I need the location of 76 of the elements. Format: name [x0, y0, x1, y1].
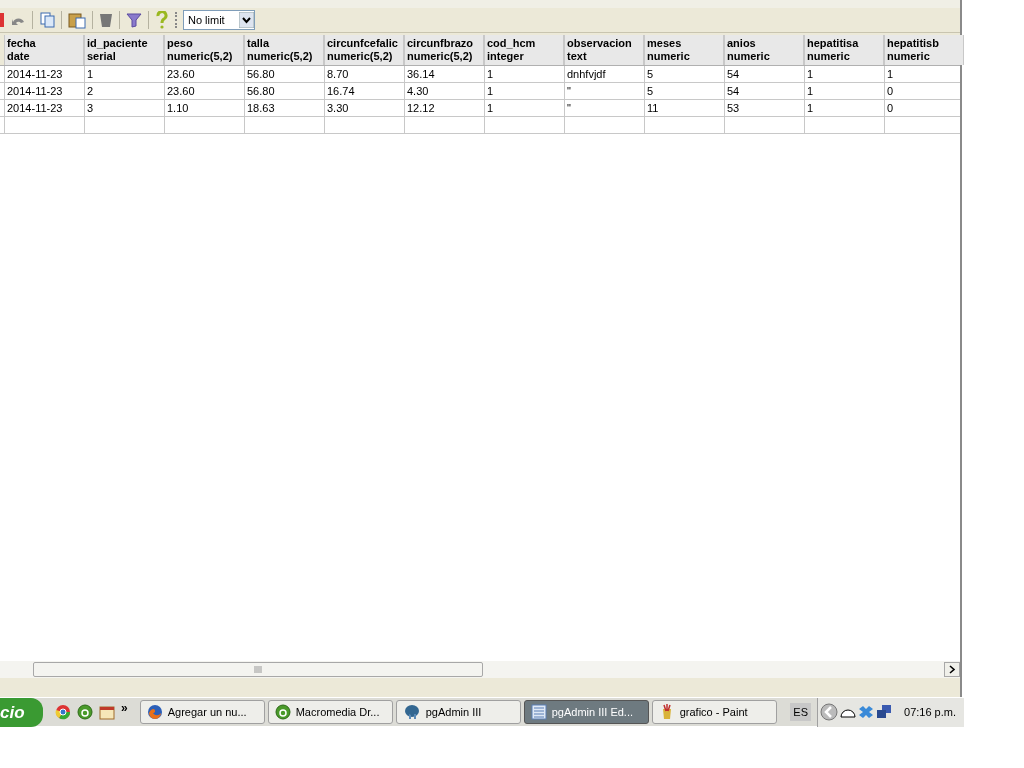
column-header[interactable]: meses numeric	[644, 35, 724, 65]
table-cell: 4.30	[404, 83, 484, 99]
table-cell: 1.10	[164, 100, 244, 116]
circle-logo-icon	[274, 704, 291, 720]
browser-icon[interactable]	[55, 704, 71, 720]
start-button[interactable]: cio	[0, 697, 43, 727]
table-cell: 2014-11-23	[4, 66, 84, 82]
circle-logo-icon	[77, 704, 93, 720]
table-cell: 1	[804, 66, 884, 82]
scroll-right-icon[interactable]	[944, 662, 960, 677]
table-cell: 56.80	[244, 83, 324, 99]
table-cell: 16.74	[324, 83, 404, 99]
column-header[interactable]: cod_hcm integer	[484, 35, 564, 65]
column-header[interactable]: id_paciente serial	[84, 35, 164, 65]
table-cell: 36.14	[404, 66, 484, 82]
taskbar-button[interactable]: Macromedia Dr...	[267, 700, 393, 724]
gauge-icon[interactable]	[840, 706, 856, 718]
column-header[interactable]: talla numeric(5,2)	[244, 35, 324, 65]
table-cell: 5	[644, 66, 724, 82]
table-cell: 1	[84, 66, 164, 82]
globe-icon	[146, 704, 163, 720]
table-cell: 2	[84, 83, 164, 99]
chevron-left-icon[interactable]	[820, 703, 838, 721]
taskbar-button[interactable]: Agregar un nu...	[139, 700, 265, 724]
bucket-icon[interactable]	[99, 12, 113, 28]
scrollbar-thumb[interactable]	[33, 662, 483, 677]
table-cell: 3	[84, 100, 164, 116]
table-cell: 5	[644, 83, 724, 99]
column-header[interactable]: hepatitisb numeric	[884, 35, 964, 65]
clock[interactable]: 07:16 p.m.	[904, 703, 956, 721]
table-cell: 3.30	[324, 100, 404, 116]
taskbar-button[interactable]: pgAdmin III Ed...	[523, 700, 649, 724]
dropdown-arrow-icon[interactable]	[239, 12, 254, 28]
paste-icon[interactable]	[68, 11, 86, 29]
table-cell: dnhfvjdf	[564, 66, 644, 82]
column-header[interactable]: circunfbrazo numeric(5,2)	[404, 35, 484, 65]
elephant-icon	[402, 704, 421, 720]
table-cell: 8.70	[324, 66, 404, 82]
grip-icon	[254, 666, 262, 673]
table-cell: 1	[804, 83, 884, 99]
table-cell: 1	[804, 100, 884, 116]
table-cell: 1	[884, 66, 964, 82]
table-cell: 54	[724, 66, 804, 82]
language-indicator[interactable]: ES	[790, 703, 811, 721]
table-cell: 0	[884, 100, 964, 116]
table-cell: 53	[724, 100, 804, 116]
table-cell: 11	[644, 100, 724, 116]
column-header[interactable]: peso numeric(5,2)	[164, 35, 244, 65]
table-cell: 56.80	[244, 66, 324, 82]
calendar-icon[interactable]	[99, 704, 115, 720]
copy-icon[interactable]	[39, 12, 55, 28]
column-header[interactable]: fecha date	[4, 35, 84, 65]
table-cell: 1	[484, 66, 564, 82]
table-cell: "	[564, 100, 644, 116]
network-icon[interactable]	[876, 704, 892, 720]
table-cell: 1	[484, 83, 564, 99]
taskbar-button[interactable]: pgAdmin III	[395, 700, 521, 724]
filter-icon[interactable]	[126, 12, 142, 28]
table-cell: 23.60	[164, 66, 244, 82]
table-cell: 0	[884, 83, 964, 99]
table-cell: 2014-11-23	[4, 100, 84, 116]
table-cell: 18.63	[244, 100, 324, 116]
column-header[interactable]: observacion text	[564, 35, 644, 65]
column-header[interactable]: anios numeric	[724, 35, 804, 65]
table-cell: 54	[724, 83, 804, 99]
table-cell: 2014-11-23	[4, 83, 84, 99]
more-chevron[interactable]: »	[121, 699, 128, 717]
document-icon	[530, 704, 547, 720]
limit-dropdown[interactable]: No limit	[183, 10, 255, 30]
taskbar-button[interactable]: grafico - Paint	[651, 700, 777, 724]
table-cell: "	[564, 83, 644, 99]
table-cell: 12.12	[404, 100, 484, 116]
table-cell: 1	[484, 100, 564, 116]
table-cell: 23.60	[164, 83, 244, 99]
column-header[interactable]: hepatitisa numeric	[804, 35, 884, 65]
column-header[interactable]: circunfcefalic numeric(5,2)	[324, 35, 404, 65]
